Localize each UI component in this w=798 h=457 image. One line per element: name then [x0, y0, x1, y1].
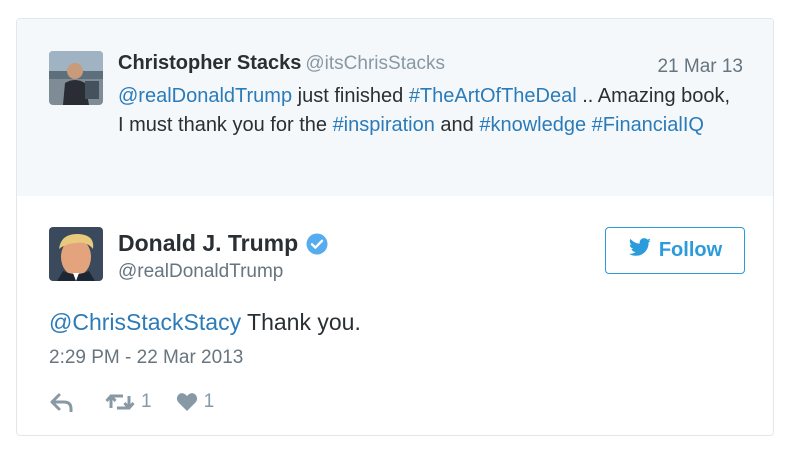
author-handle[interactable]: @realDonaldTrump — [118, 261, 283, 283]
author-avatar[interactable] — [49, 227, 103, 281]
twitter-bird-icon — [628, 237, 652, 264]
quoted-author-handle[interactable]: @itsChrisStacks — [305, 53, 445, 74]
author-name[interactable]: Donald J. Trump — [118, 230, 298, 257]
tweet-actions: 1 1 — [49, 388, 214, 416]
quoted-author-name[interactable]: Christopher Stacks — [118, 52, 301, 74]
like-button[interactable]: 1 — [176, 391, 215, 413]
hashtag-link[interactable]: #FinancialIQ — [592, 114, 704, 136]
tweet-timestamp[interactable]: 2:29 PM - 22 Mar 2013 — [49, 347, 243, 369]
retweet-button[interactable]: 1 — [105, 391, 152, 413]
reply-button[interactable] — [49, 392, 75, 412]
like-count: 1 — [203, 391, 215, 412]
heart-icon — [176, 392, 198, 412]
text-segment: Thank you. — [241, 309, 361, 335]
mention-link[interactable]: @realDonaldTrump — [118, 85, 292, 107]
tweet-text: @ChrisStackStacy Thank you. — [49, 309, 361, 336]
follow-label: Follow — [658, 239, 723, 261]
text-segment: just finished — [292, 85, 409, 107]
hashtag-link[interactable]: #inspiration — [333, 114, 435, 136]
author-name-line: Donald J. Trump — [118, 230, 328, 257]
hashtag-link[interactable]: #TheArtOfTheDeal — [409, 85, 577, 107]
mention-link[interactable]: @ChrisStackStacy — [49, 309, 241, 335]
quoted-author-line: Christopher Stacks @itsChrisStacks — [118, 52, 445, 75]
tweet-card: Christopher Stacks @itsChrisStacks 21 Mar… — [16, 18, 774, 436]
quoted-tweet-date[interactable]: 21 Mar 13 — [657, 56, 743, 78]
reply-icon — [49, 392, 75, 412]
retweet-icon — [105, 392, 135, 412]
hashtag-link[interactable]: #knowledge — [479, 114, 586, 136]
retweet-count: 1 — [141, 391, 152, 412]
text-segment: and — [434, 114, 480, 136]
verified-icon — [306, 233, 328, 255]
quoted-author-avatar[interactable] — [49, 51, 103, 105]
follow-button[interactable]: Follow — [605, 227, 745, 274]
quoted-tweet[interactable]: Christopher Stacks @itsChrisStacks 21 Mar… — [17, 19, 773, 196]
quoted-tweet-text: @realDonaldTrump just finished #TheArtOf… — [118, 82, 738, 140]
